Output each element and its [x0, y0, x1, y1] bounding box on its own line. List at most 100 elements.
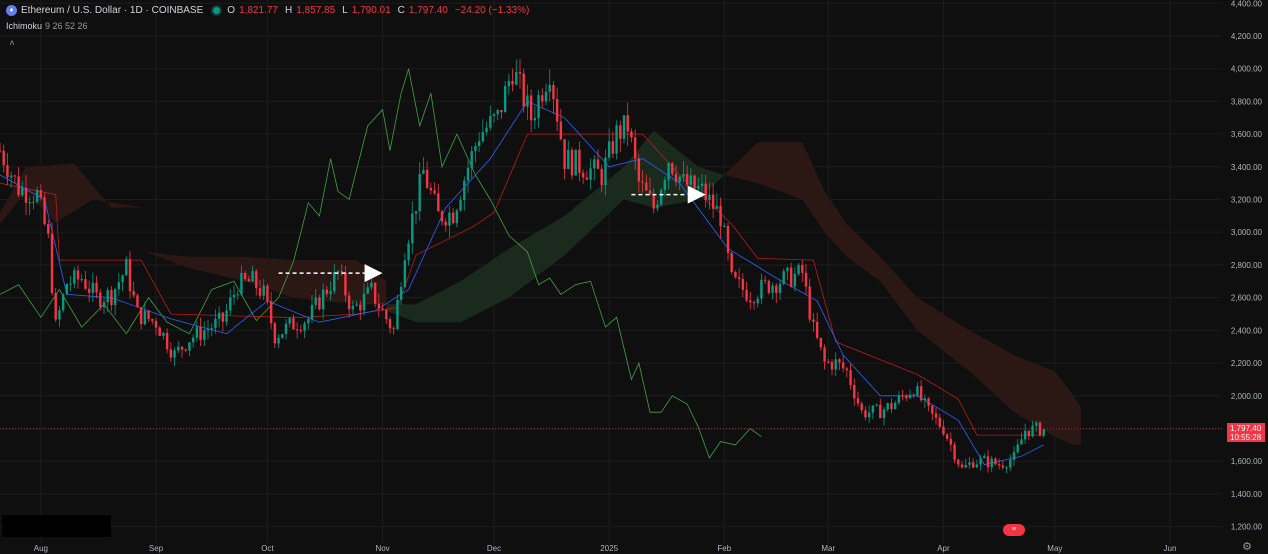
candle-body: [247, 279, 251, 282]
candle-body: [17, 176, 20, 196]
candle-body: [35, 190, 39, 202]
x-tick-label: Oct: [261, 544, 274, 553]
candle-body: [203, 330, 206, 340]
chevron-up-icon[interactable]: ˄: [5, 37, 19, 49]
candle-body: [567, 149, 570, 169]
indicator-legend[interactable]: Ichimoku 9 26 52 26: [6, 21, 88, 31]
candle-body: [745, 289, 748, 301]
candle-body: [812, 319, 815, 322]
market-status-icon: [213, 7, 221, 14]
candle-body: [373, 282, 377, 304]
candle-body: [214, 318, 217, 329]
candle-body: [901, 395, 904, 397]
candle-body: [604, 157, 607, 186]
candle-body: [552, 84, 555, 100]
candle-body: [749, 300, 752, 303]
candle-body: [823, 347, 826, 362]
candle-body: [143, 310, 147, 325]
candle-body: [177, 346, 180, 351]
symbol-title: Ethereum / U.S. Dollar · 1D · COINBASE: [21, 5, 204, 16]
candle-body: [882, 409, 886, 419]
candle-body: [801, 264, 804, 273]
indicator-params: 9 26 52 26: [45, 21, 88, 31]
candle-body: [206, 329, 210, 331]
candle-body: [849, 370, 852, 386]
candle-body: [949, 438, 953, 445]
x-tick-label: Apr: [937, 544, 950, 553]
candle-body: [875, 404, 878, 406]
symbol-legend[interactable]: ♦ Ethereum / U.S. Dollar · 1D · COINBASE…: [6, 5, 532, 16]
candle-body: [485, 127, 488, 133]
candle-body: [347, 295, 351, 310]
candle-body: [1042, 428, 1045, 436]
candle-body: [983, 456, 986, 459]
candle-body: [362, 293, 366, 311]
candle-body: [381, 308, 384, 311]
candle-body: [28, 202, 31, 204]
candle-body: [429, 187, 433, 191]
gear-icon[interactable]: ⚙: [1241, 541, 1253, 553]
candle-body: [162, 332, 165, 336]
x-tick-label: 2025: [600, 544, 618, 553]
candle-body: [500, 109, 503, 113]
candle-body: [451, 212, 455, 224]
candle-body: [1027, 430, 1031, 437]
low-label: L: [342, 5, 348, 16]
candle-body: [414, 211, 418, 214]
candle-body: [663, 180, 667, 191]
candle-body: [255, 271, 258, 289]
y-tick-label: 2,200.00: [1231, 359, 1263, 368]
candle-body: [708, 194, 711, 201]
candle-body: [737, 277, 741, 280]
candle-body: [1031, 425, 1034, 437]
candle-body: [366, 287, 369, 294]
y-tick-label: 3,800.00: [1231, 97, 1263, 106]
candle-body: [240, 272, 243, 295]
candle-body: [65, 284, 69, 295]
candle-body: [191, 337, 195, 343]
candle-body: [845, 368, 849, 371]
candle-body: [1020, 439, 1023, 445]
candle-body: [47, 223, 50, 234]
candle-body: [292, 318, 295, 330]
candle-body: [503, 86, 507, 113]
candle-body: [110, 290, 113, 305]
y-tick-label: 1,600.00: [1231, 457, 1263, 466]
candle-body: [1038, 422, 1042, 436]
candle-body: [481, 132, 485, 142]
candle-body: [723, 225, 726, 227]
price-chart[interactable]: 1,200.001,400.001,600.001,800.002,000.00…: [0, 0, 1268, 554]
candle-body: [188, 342, 191, 351]
candle-body: [853, 385, 856, 399]
candle-body: [489, 115, 492, 128]
candle-body: [6, 165, 9, 178]
candle-body: [789, 267, 793, 287]
candle-body: [1012, 452, 1016, 460]
candle-body: [307, 319, 310, 324]
candle-body: [886, 403, 889, 410]
x-tick-label: Dec: [487, 544, 501, 553]
candle-body: [295, 329, 299, 331]
candle-body: [385, 310, 388, 320]
candle-body: [775, 285, 778, 293]
price-axis[interactable]: 1,200.001,400.001,600.001,800.002,000.00…: [1231, 0, 1263, 532]
candle-body: [102, 302, 106, 307]
x-tick-label: Jun: [1164, 544, 1177, 553]
y-tick-label: 1,400.00: [1231, 490, 1263, 499]
candle-body: [221, 312, 225, 322]
candle-body: [433, 190, 436, 194]
candle-body: [830, 361, 834, 370]
bar-countdown: 10:55:28: [1230, 433, 1262, 442]
candle-body: [968, 462, 971, 465]
candle-body: [344, 272, 347, 296]
candle-body: [318, 297, 321, 310]
us-flag-icon[interactable]: ≡: [1003, 524, 1025, 536]
candle-body: [139, 307, 143, 325]
candle-body: [84, 279, 87, 289]
candle-body: [581, 172, 585, 178]
ichimoku-cloud: [0, 130, 1081, 445]
candle-body: [399, 287, 403, 300]
candle-body: [697, 186, 700, 189]
time-axis[interactable]: Aug Sep Oct Nov Dec 2025 Feb Mar Apr May Jun: [34, 544, 1177, 553]
candle-body: [871, 405, 875, 413]
